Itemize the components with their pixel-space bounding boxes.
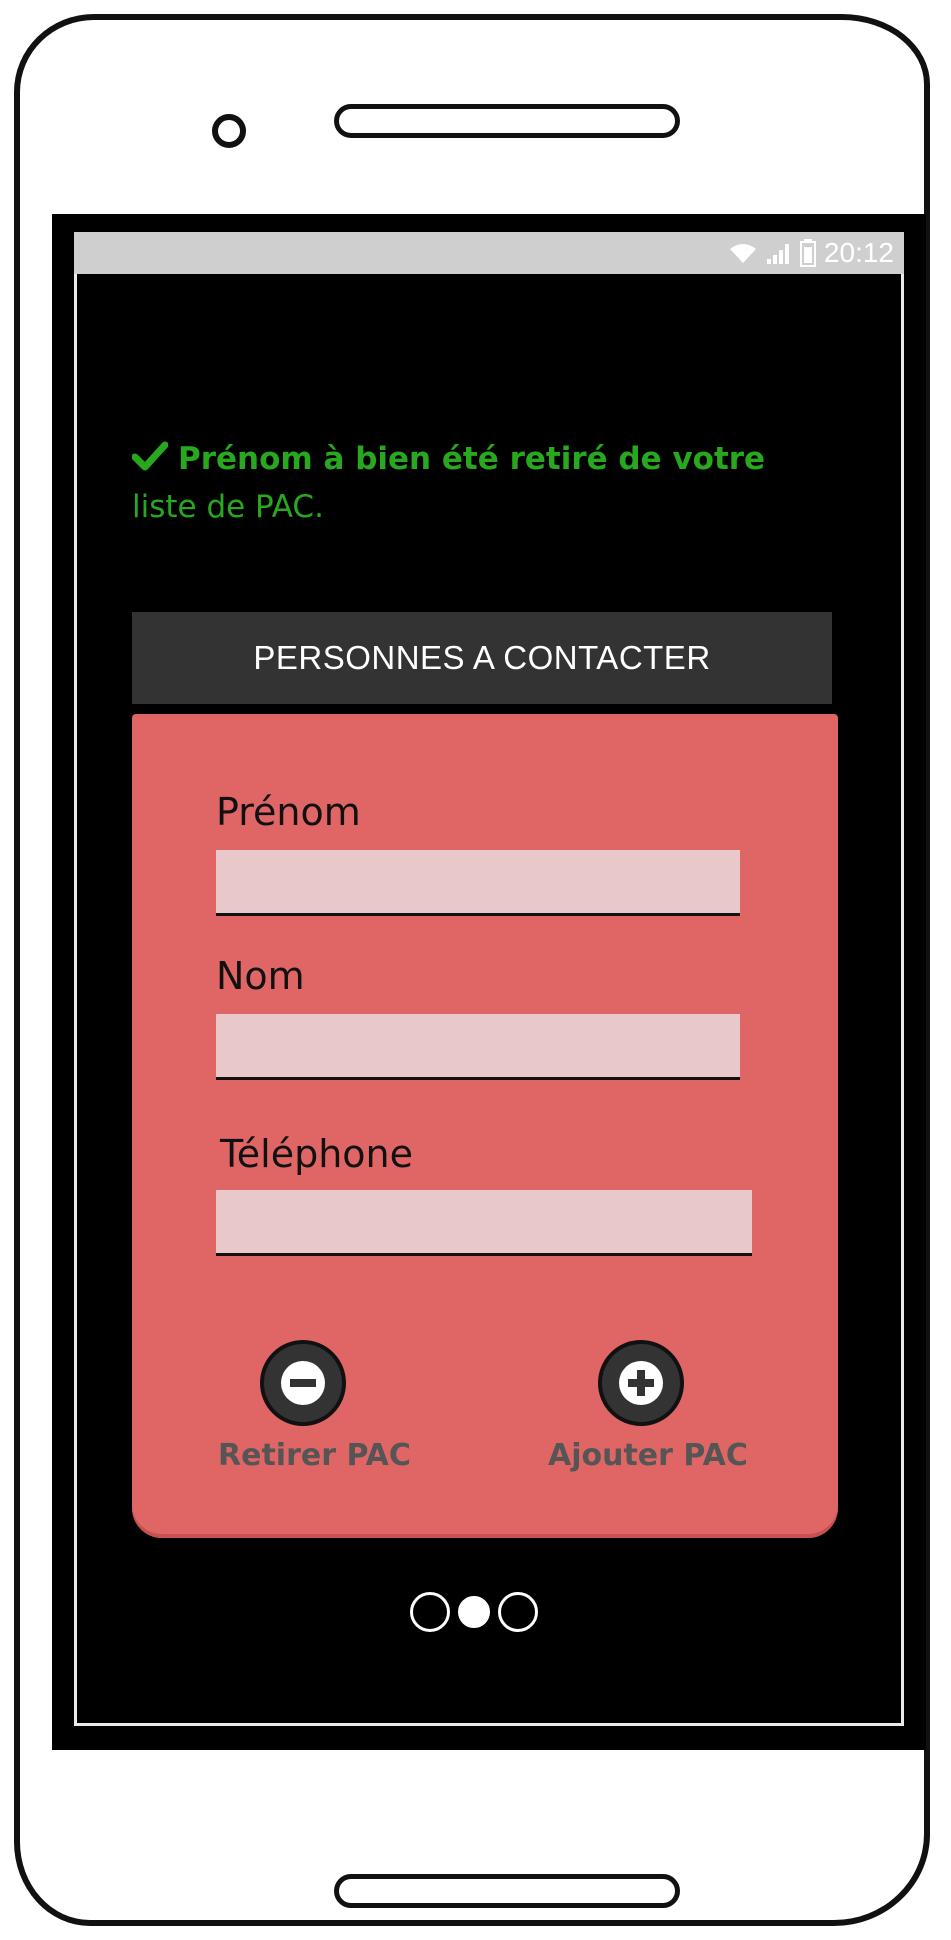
page-dot-3[interactable] bbox=[498, 1592, 538, 1632]
earpiece-speaker bbox=[334, 104, 680, 138]
battery-icon bbox=[799, 239, 816, 267]
last-name-label: Nom bbox=[216, 954, 305, 998]
last-name-input[interactable] bbox=[216, 1014, 740, 1080]
first-name-label: Prénom bbox=[216, 790, 361, 834]
remove-pac-button[interactable] bbox=[260, 1340, 346, 1426]
success-message: Prénom à bien été retiré de votre liste … bbox=[131, 436, 812, 530]
page-dot-1[interactable] bbox=[410, 1592, 450, 1632]
minus-icon bbox=[281, 1361, 325, 1405]
page-dot-2[interactable] bbox=[458, 1596, 490, 1628]
phone-input[interactable] bbox=[216, 1190, 752, 1256]
checkmark-icon bbox=[131, 438, 169, 484]
wifi-icon bbox=[729, 244, 756, 263]
page-indicator bbox=[410, 1592, 538, 1632]
first-name-input[interactable] bbox=[216, 850, 740, 916]
add-pac-button[interactable] bbox=[598, 1340, 684, 1426]
pac-header: PERSONNES A CONTACTER bbox=[132, 612, 832, 704]
add-pac-label[interactable]: Ajouter PAC bbox=[548, 1438, 748, 1473]
success-line-1: Prénom à bien été retiré de votre bbox=[178, 441, 766, 477]
signal-icon bbox=[766, 244, 789, 264]
success-line-2: liste de PAC. bbox=[132, 489, 324, 525]
home-button[interactable] bbox=[334, 1874, 680, 1908]
pac-form-panel: Prénom Nom Téléphone Retirer PAC Ajouter… bbox=[132, 714, 838, 1538]
phone-label: Téléphone bbox=[220, 1132, 413, 1176]
status-time: 20:12 bbox=[823, 237, 894, 268]
plus-icon bbox=[619, 1361, 663, 1405]
remove-pac-label[interactable]: Retirer PAC bbox=[218, 1438, 411, 1473]
status-bar: 20:12 bbox=[74, 232, 904, 274]
front-camera bbox=[212, 114, 246, 148]
